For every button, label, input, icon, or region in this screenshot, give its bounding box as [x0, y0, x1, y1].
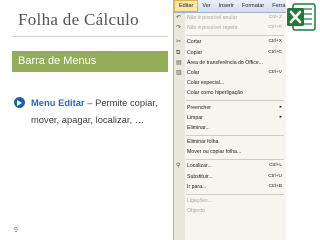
menu-item-replace[interactable]: Substituir... Ctrl+U — [174, 172, 286, 182]
menu-item-delete-sheet[interactable]: Eliminar folha — [174, 137, 286, 147]
menu-item-shortcut: Ctrl+R — [268, 25, 282, 31]
menu-item-shortcut: Ctrl+Z — [268, 15, 282, 20]
menu-item-label: Ir para... — [187, 183, 207, 190]
menu-item-shortcut: Ctrl+L — [269, 163, 282, 169]
chevron-right-icon: ▸ — [279, 114, 282, 120]
menu-item-delete[interactable]: Eliminar... — [174, 123, 286, 133]
menu-item-label: Substituir... — [187, 173, 213, 180]
menu-item-label: Área de transferência do Office... — [187, 59, 264, 66]
clipboard-icon: ▤ — [176, 59, 182, 66]
menu-item-fill[interactable]: Preencher ▸ — [174, 103, 286, 113]
menu-item-paste[interactable]: ▥ Colar Ctrl+V — [174, 68, 286, 78]
menu-item-label: Eliminar folha — [187, 139, 219, 146]
copy-icon: ⧉ — [176, 49, 181, 56]
redo-icon: ↷ — [176, 25, 182, 32]
menu-item-go-to[interactable]: Ir para... Ctrl+B — [174, 182, 286, 192]
menu-item-move-copy-sheet[interactable]: Mover ou copiar folha... — [174, 147, 286, 157]
menu-item-undo[interactable]: ↶ Não é possível anular Ctrl+Z — [174, 13, 286, 23]
menu-item-label: Copiar — [187, 49, 203, 56]
menu-edit[interactable]: Editar — [174, 0, 199, 12]
menu-view[interactable]: Ver — [198, 0, 214, 12]
menu-item-label: Colar como hiperligação — [187, 90, 243, 97]
menu-item-shortcut: Ctrl+U — [268, 173, 282, 179]
menu-item-label: Objecto — [187, 208, 205, 215]
menu-item-paste-hyperlink[interactable]: Colar como hiperligação — [174, 88, 286, 98]
paste-icon: ▥ — [176, 69, 182, 76]
menu-item-redo[interactable]: ↷ Não é possível repetir Ctrl+R — [174, 23, 286, 33]
menu-separator — [186, 193, 284, 195]
menu-item-shortcut: Ctrl+V — [268, 69, 282, 75]
scissors-icon: ✂ — [176, 39, 182, 46]
menu-item-paste-special[interactable]: Colar especial... — [174, 78, 286, 88]
menu-separator — [186, 134, 284, 136]
menu-separator — [186, 100, 284, 101]
menu-tools[interactable]: Ferra — [268, 0, 286, 12]
menu-item-label: Não é possível repetir — [187, 25, 238, 32]
menu-item-label: Colar — [187, 69, 200, 76]
page-number: 9 — [14, 227, 18, 234]
menu-item-label: Colar especial... — [187, 80, 225, 87]
section-bar: Barra de Menus — [12, 51, 168, 72]
menu-separator — [186, 158, 284, 160]
menu-item-office-clipboard[interactable]: ▤ Área de transferência do Office... — [174, 58, 286, 68]
arrow-bullet-icon — [14, 97, 25, 108]
menu-item-shortcut: Ctrl+B — [268, 183, 282, 189]
menu-insert[interactable]: Inserir — [215, 0, 238, 12]
menu-item-cut[interactable]: ✂ Cortar Ctrl+X — [174, 37, 286, 47]
menu-item-label: Limpar — [187, 114, 203, 121]
title-divider — [12, 36, 168, 37]
menu-item-label: Ligações... — [187, 198, 213, 204]
slide-title: Folha de Cálculo — [18, 10, 139, 29]
menu-item-copy[interactable]: ⧉ Copiar Ctrl+C — [174, 48, 286, 58]
menu-item-label: Não é possível anular — [187, 15, 238, 21]
menu-item-label: Mover ou copiar folha... — [187, 149, 242, 156]
chevron-right-icon: ▸ — [279, 104, 282, 110]
menu-item-label: Cortar — [187, 39, 202, 46]
menu-item-shortcut: Ctrl+X — [268, 39, 282, 45]
menu-item-find[interactable]: ⚲ Localizar... Ctrl+L — [174, 161, 286, 171]
menu-item-links[interactable]: Ligações... — [174, 196, 286, 206]
body-highlight: Menu Editar — [31, 97, 85, 108]
edit-menu-dropdown: ↶ Não é possível anular Ctrl+Z ↷ Não é poss… — [174, 13, 286, 216]
menu-item-object[interactable]: Objecto — [174, 206, 286, 216]
menu-item-label: Eliminar... — [187, 124, 210, 131]
excel-logo-icon — [287, 3, 316, 31]
edit-menu-screenshot: Editar Ver Inserir Formatar Ferra ↶ Não é pos… — [173, 0, 286, 240]
binoculars-icon: ⚲ — [176, 163, 181, 170]
menu-format[interactable]: Formatar — [238, 0, 268, 12]
menu-bar: Editar Ver Inserir Formatar Ferra — [174, 0, 286, 13]
menu-separator — [186, 34, 284, 36]
undo-icon: ↶ — [176, 15, 182, 21]
body-text: Menu Editar – Permite copiar, mover, apa… — [31, 94, 176, 128]
menu-item-label: Localizar... — [187, 163, 212, 170]
menu-item-label: Preencher — [187, 104, 211, 111]
menu-item-shortcut: Ctrl+C — [268, 49, 282, 55]
menu-item-clear[interactable]: Limpar ▸ — [174, 113, 286, 123]
